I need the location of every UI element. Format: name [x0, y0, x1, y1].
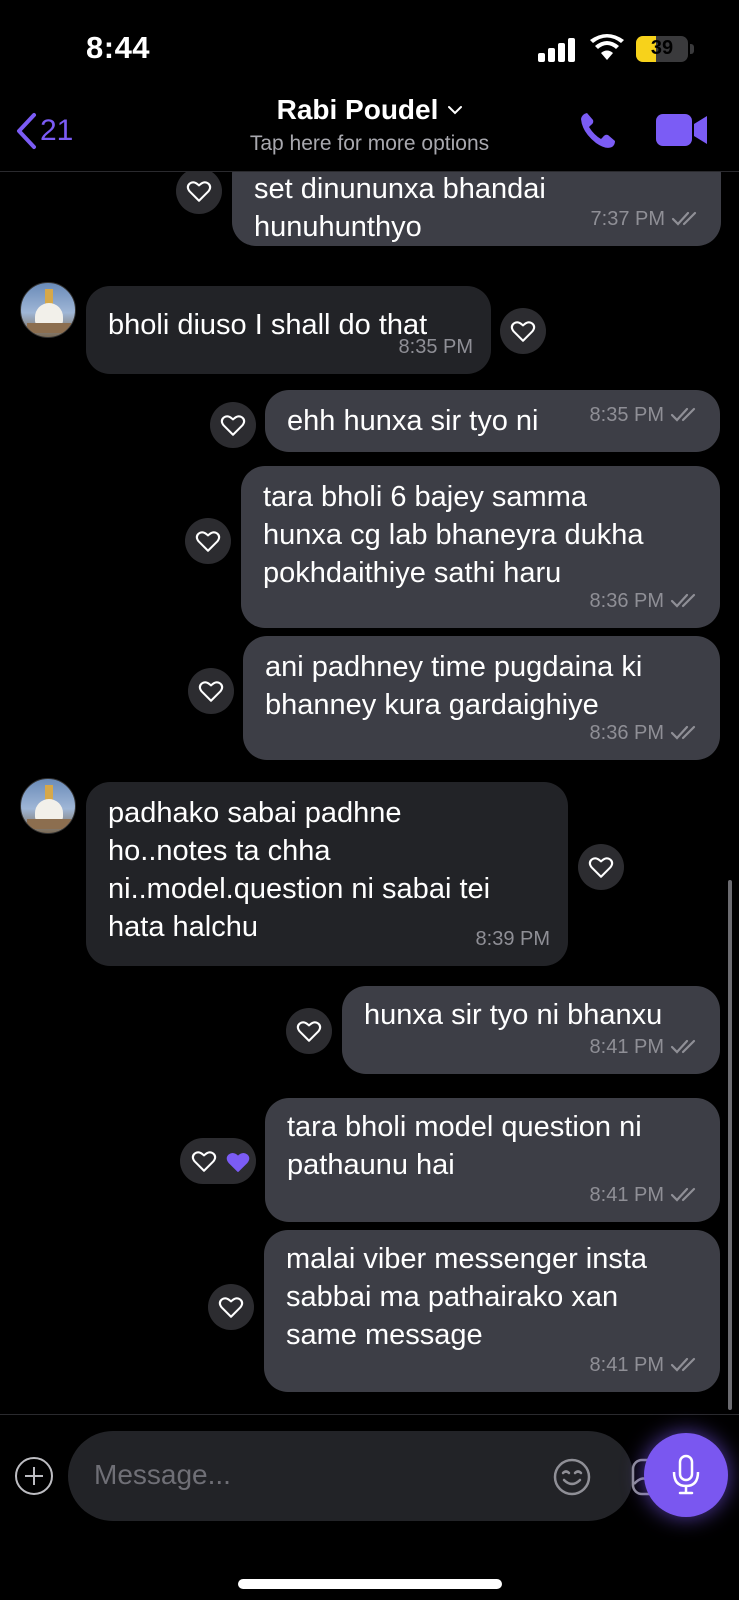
like-button[interactable] [176, 172, 222, 214]
like-button[interactable] [185, 518, 231, 564]
battery-icon: 39 [636, 36, 688, 62]
message-time: 8:36 PM [589, 722, 664, 744]
voice-message-button[interactable] [644, 1433, 728, 1517]
like-button[interactable] [208, 1284, 254, 1330]
incoming-message-bubble[interactable]: padhako sabai padhne ho..notes ta chha n… [86, 782, 568, 966]
read-receipt-icon [671, 211, 697, 226]
message-time: 8:41 PM [589, 1354, 664, 1376]
heart-icon [220, 415, 246, 436]
message-text: malai viber messenger insta sabbai ma pa… [286, 1243, 648, 1351]
message-meta: 8:41 PM [590, 1176, 702, 1214]
message-input[interactable] [94, 1453, 434, 1497]
read-receipt-icon [670, 407, 696, 422]
message-text: ani padhney time pugdaina ki bhanney kur… [265, 651, 643, 721]
message-input-container[interactable] [68, 1431, 673, 1521]
like-button[interactable] [286, 1008, 332, 1054]
emoji-icon[interactable] [552, 1457, 592, 1497]
outgoing-message-bubble[interactable]: tara bholi model question ni pathaunu ha… [265, 1098, 720, 1222]
contact-avatar[interactable] [20, 778, 76, 834]
battery-percentage: 39 [650, 37, 674, 59]
message-meta: 7:37 PM [591, 200, 703, 238]
status-bar: 8:44 39 [0, 0, 739, 100]
header-subtitle[interactable]: Tap here for more options [0, 132, 739, 156]
message-meta: 8:39 PM [476, 920, 550, 958]
message-meta: 8:35 PM [399, 328, 473, 366]
like-button[interactable] [210, 402, 256, 448]
message-meta: 8:35 PM [590, 396, 702, 434]
microphone-icon [672, 1454, 700, 1495]
home-indicator [238, 1579, 502, 1589]
chevron-down-icon [448, 106, 463, 115]
heart-icon [218, 1297, 244, 1318]
heart-icon [186, 181, 212, 202]
message-text: tara bholi model question ni pathaunu ha… [287, 1111, 642, 1181]
reaction-pill[interactable] [180, 1138, 256, 1184]
message-meta: 8:36 PM [590, 714, 702, 752]
battery-tip [690, 44, 694, 54]
scrollbar[interactable] [728, 880, 732, 1410]
message-meta: 8:41 PM [590, 1028, 702, 1066]
like-button[interactable] [188, 668, 234, 714]
outgoing-message-bubble[interactable]: hunxa sir tyo ni bhanxu 8:41 PM [342, 986, 720, 1074]
read-receipt-icon [670, 593, 696, 608]
outgoing-message-bubble[interactable]: malai viber messenger insta sabbai ma pa… [264, 1230, 720, 1392]
message-meta: 8:36 PM [590, 582, 702, 620]
purple-heart-reaction-icon [226, 1153, 250, 1172]
outgoing-message-bubble[interactable]: ehh hunxa sir tyo ni 8:35 PM [265, 390, 720, 452]
composer-bar [0, 1414, 739, 1600]
like-button[interactable] [500, 308, 546, 354]
message-time: 8:35 PM [398, 336, 473, 358]
message-time: 8:35 PM [589, 404, 664, 426]
heart-icon [198, 681, 224, 702]
wifi-icon [590, 34, 624, 60]
heart-icon [588, 857, 614, 878]
heart-icon [296, 1021, 322, 1042]
message-meta: 8:41 PM [590, 1346, 702, 1384]
chat-header: 21 Rabi Poudel Tap here for more options [0, 90, 739, 172]
outgoing-message-bubble[interactable]: set dinununxa bhandai hunuhunthyo 7:37 PM [232, 172, 721, 246]
heart-icon [195, 531, 221, 552]
contact-info[interactable]: Rabi Poudel Tap here for more options [0, 94, 739, 156]
message-time: 8:36 PM [589, 590, 664, 612]
read-receipt-icon [670, 725, 696, 740]
message-time: 8:41 PM [589, 1184, 664, 1206]
like-button[interactable] [578, 844, 624, 890]
cellular-signal-icon [538, 38, 578, 62]
like-heart-icon [191, 1151, 217, 1172]
contact-avatar[interactable] [20, 282, 76, 338]
outgoing-message-bubble[interactable]: ani padhney time pugdaina ki bhanney kur… [243, 636, 720, 760]
phone-call-icon[interactable] [578, 110, 618, 150]
outgoing-message-bubble[interactable]: tara bholi 6 bajey samma hunxa cg lab bh… [241, 466, 720, 628]
read-receipt-icon [670, 1039, 696, 1054]
message-time: 8:39 PM [475, 928, 550, 950]
message-list[interactable]: set dinununxa bhandai hunuhunthyo 7:37 PM… [0, 172, 739, 1414]
heart-icon [510, 321, 536, 342]
message-text: tara bholi 6 bajey samma hunxa cg lab bh… [263, 481, 644, 589]
video-call-icon[interactable] [656, 112, 708, 148]
contact-name[interactable]: Rabi Poudel [277, 94, 439, 126]
status-time: 8:44 [86, 30, 151, 65]
message-time: 8:41 PM [589, 1036, 664, 1058]
read-receipt-icon [670, 1357, 696, 1372]
incoming-message-bubble[interactable]: bholi diuso I shall do that 8:35 PM [86, 286, 491, 374]
add-attachment-button[interactable] [15, 1457, 53, 1495]
read-receipt-icon [670, 1187, 696, 1202]
message-time: 7:37 PM [590, 208, 665, 230]
